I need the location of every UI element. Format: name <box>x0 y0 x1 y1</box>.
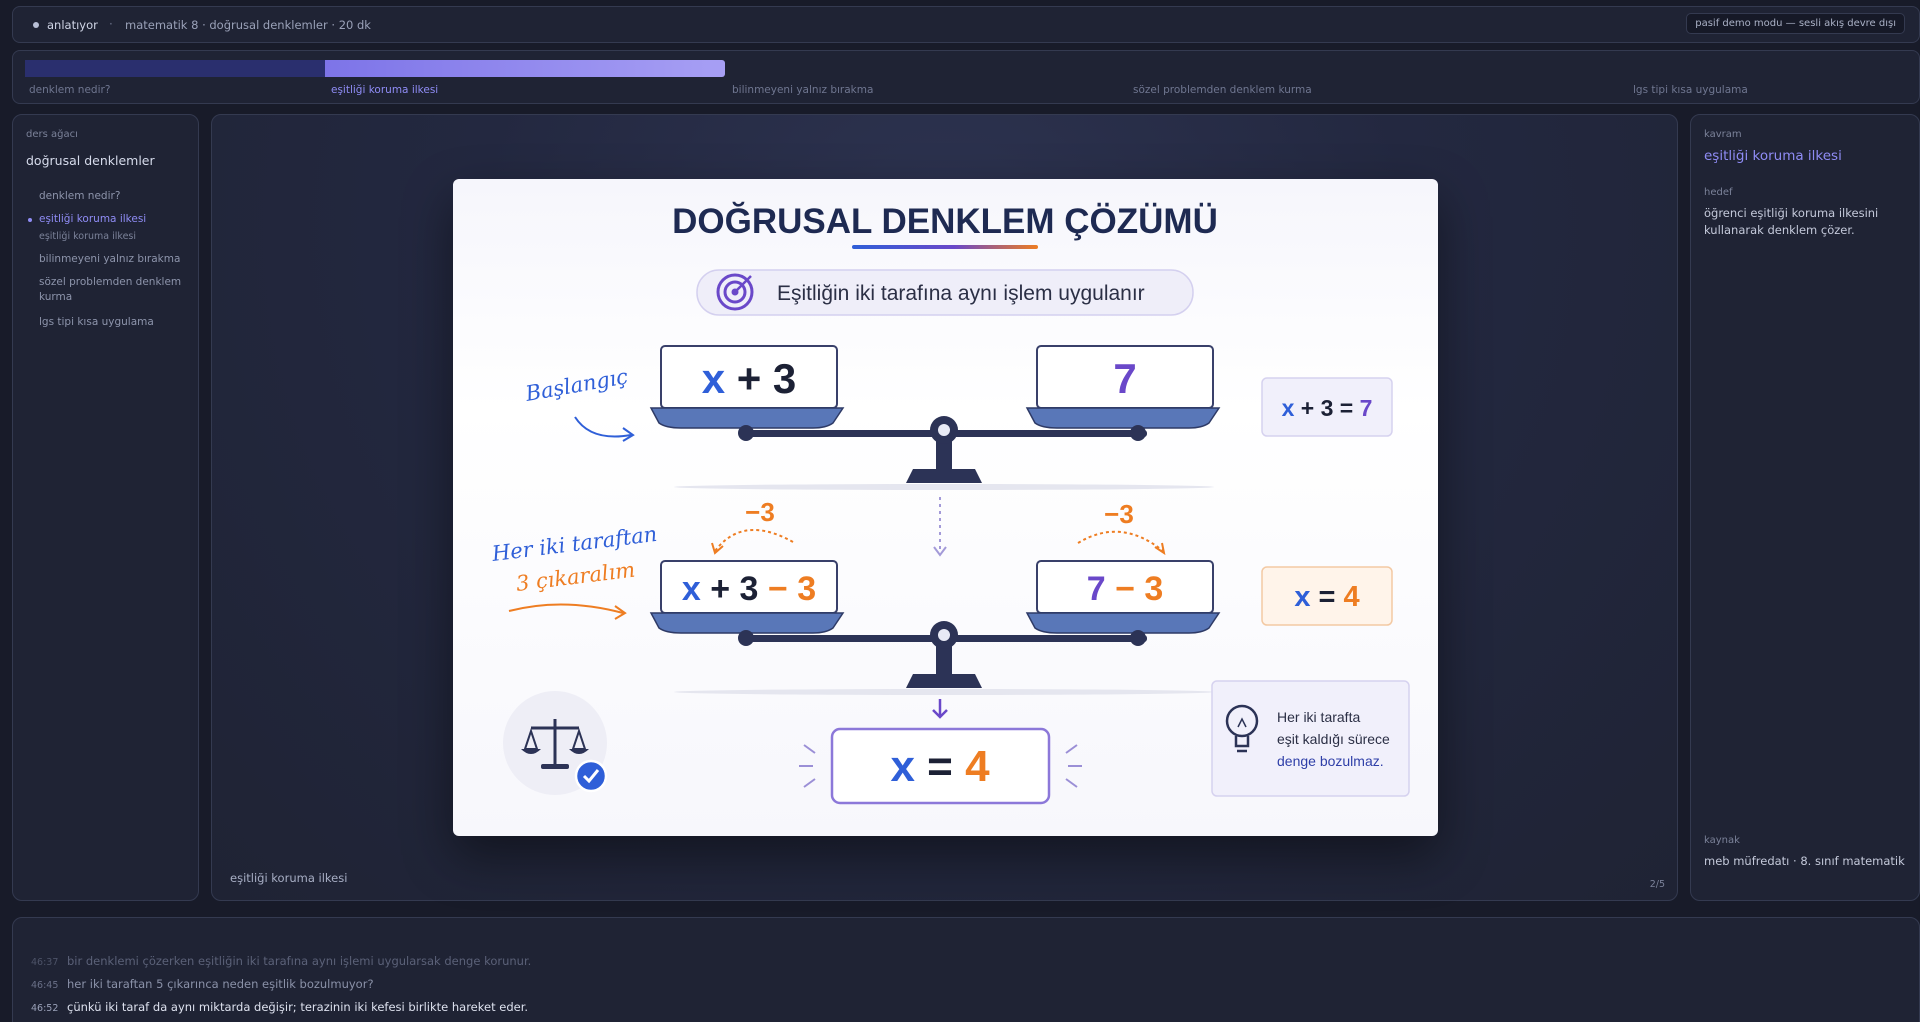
demo-mode-badge: pasif demo modu — sesli akış devre dışı <box>1686 13 1905 34</box>
tree-subitem-esitligi-koruma[interactable]: eşitliği koruma ilkesi <box>39 229 189 244</box>
course-title: doğrusal denklemler <box>26 153 155 168</box>
lesson-tree-title: ders ağacı <box>26 129 78 140</box>
transcript-line: 46:52 çünkü iki taraf da aynı miktarda de… <box>31 1000 528 1014</box>
slide-counter: 2/5 <box>1649 879 1665 890</box>
step-label-line2: 3 çıkaralım <box>515 558 637 596</box>
minus-three-right: −3 <box>1104 499 1134 529</box>
left-pan-step-expression: x + 3 − 3 <box>682 570 816 608</box>
slide-illustration: DOĞRUSAL DENKLEM ÇÖZÜMÜ Eşitliğin iki ta… <box>490 201 1410 805</box>
concept-label: kavram <box>1704 129 1742 140</box>
slide-caption: eşitliği koruma ilkesi <box>230 871 348 885</box>
tree-item-bilinmeyeni-yalniz[interactable]: bilinmeyeni yalnız bırakma <box>39 252 189 267</box>
tree-item-esitligi-koruma[interactable]: eşitliği koruma ilkesi <box>28 212 189 227</box>
top-bar: anlatıyor · matematik 8 · doğrusal denkl… <box>12 6 1920 43</box>
step-lgs-uygulama[interactable]: lgs tipi kısa uygulama <box>1633 84 1748 96</box>
right-pan-step-expression: 7 − 3 <box>1087 570 1164 608</box>
live-status-dot <box>33 22 39 28</box>
goal-text: öğrenci eşitliği koruma ilkesini kullana… <box>1704 206 1879 237</box>
concept-panel: kavram eşitliği koruma ilkesi hedef öğre… <box>1690 114 1920 901</box>
transcript-text: bir denklemi çözerken eşitliğin iki tara… <box>67 954 532 968</box>
equation-step: x = 4 <box>1294 581 1359 613</box>
tip-line-1: Her iki tarafta <box>1277 709 1360 725</box>
transcript-line: 46:37 bir denklemi çözerken eşitliğin iki… <box>31 954 531 968</box>
tree-item-sozel-problem[interactable]: sözel problemden denklem kurma <box>39 275 189 305</box>
step-arrow-icon <box>508 603 624 614</box>
final-answer: x = 4 <box>890 742 990 791</box>
svg-text:x + 3: x + 3 <box>702 355 797 402</box>
transcript-panel: 46:37 bir denklemi çözerken eşitliğin iki… <box>12 917 1920 1022</box>
scales-check-icon <box>503 691 608 795</box>
active-bullet-icon <box>28 218 32 222</box>
left-pan-start-expression: x + 3 <box>702 355 797 402</box>
lesson-tree-panel: ders ağacı doğrusal denklemler denklem n… <box>12 114 199 901</box>
lesson-progress: denklem nedir? eşitliği koruma ilkesi bi… <box>12 50 1920 104</box>
separator: · <box>109 17 113 31</box>
equation-start: x + 3 = 7 <box>1282 395 1373 421</box>
slide-title: DOĞRUSAL DENKLEM ÇÖZÜMÜ <box>672 201 1218 241</box>
transcript-time: 46:52 <box>31 1003 59 1014</box>
source-text: meb müfredatı · 8. sınıf matematik <box>1704 854 1905 868</box>
concept-value: eşitliği koruma ilkesi <box>1704 148 1842 164</box>
curved-arrow-left-icon <box>714 529 794 552</box>
transcript-text: çünkü iki taraf da aynı miktarda değişir… <box>67 1000 529 1014</box>
curved-arrow-right-icon <box>1077 530 1164 552</box>
tree-item-lgs-uygulama[interactable]: lgs tipi kısa uygulama <box>39 315 189 330</box>
title-underline <box>852 245 1038 249</box>
step-bilinmeyeni-yalniz[interactable]: bilinmeyeni yalnız bırakma <box>732 84 873 96</box>
right-pan-start-value: 7 <box>1113 355 1136 402</box>
tip-line-2: eşit kaldığı sürece <box>1277 731 1390 747</box>
goal-label: hedef <box>1704 187 1733 198</box>
progress-completed-segment <box>25 60 325 77</box>
transcript-text: her iki taraftan 5 çıkarınca neden eşitl… <box>67 977 374 991</box>
step-denklem-nedir[interactable]: denklem nedir? <box>29 84 110 96</box>
tree-item-denklem-nedir[interactable]: denklem nedir? <box>39 189 189 204</box>
tree-item-label: eşitliği koruma ilkesi <box>39 213 147 225</box>
progress-bar <box>25 60 725 77</box>
down-arrow-icon <box>932 699 948 719</box>
transcript-time: 46:37 <box>31 957 59 968</box>
lesson-slide: DOĞRUSAL DENKLEM ÇÖZÜMÜ Eşitliğin iki ta… <box>453 179 1438 836</box>
slide-stage: DOĞRUSAL DENKLEM ÇÖZÜMÜ Eşitliğin iki ta… <box>211 114 1678 901</box>
breadcrumb: matematik 8 · doğrusal denklemler · 20 d… <box>125 18 371 32</box>
start-label: Başlangıç <box>523 364 630 406</box>
step-sozel-problem[interactable]: sözel problemden denklem kurma <box>1133 84 1312 96</box>
transcript-line: 46:45 her iki taraftan 5 çıkarınca neden … <box>31 977 374 991</box>
progress-current-segment <box>325 60 725 77</box>
tip-line-3: denge bozulmaz. <box>1277 753 1384 769</box>
status-label: anlatıyor <box>47 18 98 32</box>
start-arrow-icon <box>574 416 632 438</box>
minus-three-left: −3 <box>745 497 775 527</box>
step-esitligi-koruma[interactable]: eşitliği koruma ilkesi <box>331 84 438 96</box>
slide-subtitle: Eşitliğin iki tarafına aynı işlem uygula… <box>777 282 1145 305</box>
transcript-time: 46:45 <box>31 980 59 991</box>
source-label: kaynak <box>1704 835 1740 846</box>
